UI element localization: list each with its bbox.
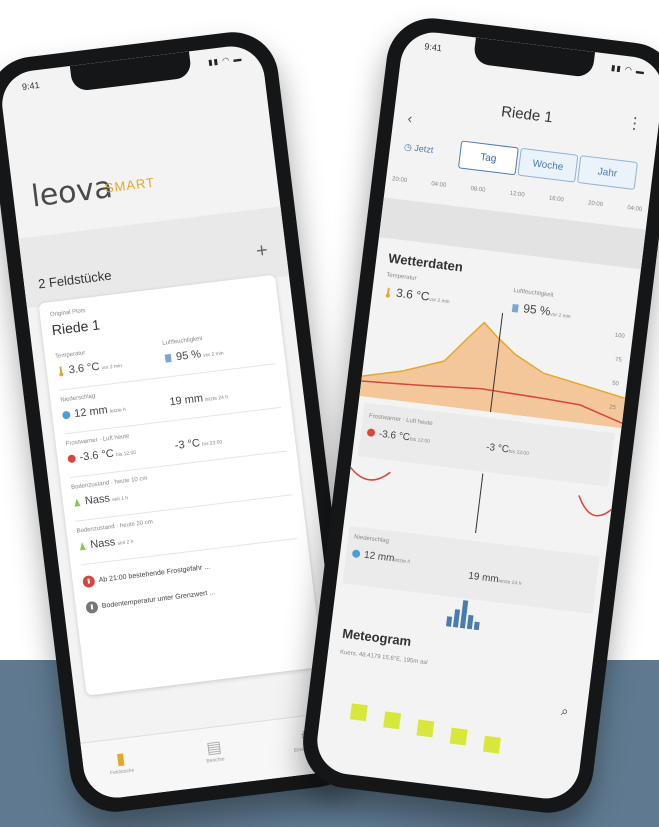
notch	[69, 51, 193, 92]
soil-value: Nassseit 1 h	[72, 490, 128, 509]
nav-fields[interactable]: ▮ Feldstücke	[90, 745, 153, 778]
temp-value: 3.6 °Cvor 2 min	[56, 358, 122, 378]
thermometer-icon	[59, 366, 64, 377]
meteogram-cell	[482, 735, 501, 754]
rain-icon	[352, 550, 361, 559]
frost-icon	[366, 428, 375, 437]
notch	[472, 37, 596, 78]
rain-icon	[62, 411, 71, 420]
meteogram-cell	[449, 727, 468, 746]
alert-2[interactable]: Bodentemperatur unter Grenzwert ...	[85, 586, 216, 614]
frost-curve	[578, 495, 612, 517]
now-button[interactable]: ◷ Jetzt	[403, 142, 434, 156]
time-tick: 08:00	[470, 185, 486, 194]
brand-logo: leova	[29, 169, 115, 215]
meteogram-cell	[349, 703, 368, 722]
rain-bar	[473, 621, 480, 631]
rain-bar	[459, 600, 469, 629]
tab-year[interactable]: Jahr	[576, 155, 638, 190]
humidity-label: Luftfeuchtigkeit	[512, 287, 554, 299]
zoom-icon[interactable]: ⌕	[560, 703, 569, 720]
weather-title: Wetterdaten	[387, 250, 464, 275]
frost-value-1: -3.6 °Cbis 12:00	[67, 445, 137, 465]
back-button[interactable]: ‹	[407, 110, 414, 126]
soil-icon	[79, 542, 86, 551]
meteogram-coords: Kuers, 48.4179 15.6°E, 195m asl	[339, 649, 428, 667]
nav-reports[interactable]: ▤ Berichte	[183, 734, 246, 767]
status-time: 9:41	[21, 79, 41, 92]
rain-value-1: 12 mmletzte h	[62, 402, 127, 422]
status-time: 9:41	[423, 41, 443, 54]
rain-label: Niederschlag	[60, 393, 96, 404]
alert-1[interactable]: Ab 21:00 bestehende Frostgefahr ...	[82, 561, 211, 589]
soil-icon	[74, 498, 81, 507]
right-tick: 25	[608, 404, 617, 412]
frost-value-2: -3 °Cbis 23:00	[174, 437, 223, 453]
humidity-label: Luftfeuchtigkeit	[162, 335, 203, 347]
right-tick: 50	[611, 380, 620, 388]
frost-label: Frostwarner · Luft heute	[65, 433, 130, 448]
right-tick: 75	[614, 356, 623, 364]
tab-day[interactable]: Tag	[457, 140, 519, 176]
temp-label: Temperatur	[385, 272, 417, 282]
meteogram-cell	[416, 719, 435, 738]
frost-icon	[67, 454, 76, 463]
time-tick: 04:00	[430, 181, 447, 189]
humidity-icon	[511, 303, 519, 313]
rain-value-2: 19 mmletzte 24 h	[168, 392, 229, 409]
brand-smart: SMART	[104, 174, 156, 196]
time-tick: 20:00	[587, 200, 604, 209]
signal-icon: ▮▮ ◠ ▬	[207, 54, 243, 68]
time-tick: 12:00	[509, 190, 525, 199]
time-tick: 20:00	[391, 176, 408, 185]
humidity-value: 95 %vor 2 min	[163, 345, 224, 364]
soil2-value: Nassseit 2 h	[78, 534, 134, 553]
meteogram-title: Meteogram	[341, 625, 413, 650]
warning-icon	[82, 575, 95, 588]
rain-bar	[466, 614, 474, 630]
time-tick: 04:00	[626, 205, 643, 213]
tab-week[interactable]: Woche	[517, 147, 579, 183]
thermometer-icon	[385, 287, 390, 298]
card-kicker: Original Plots	[49, 307, 86, 319]
frost-curve	[350, 466, 391, 481]
humidity-icon	[164, 353, 172, 363]
rain-bar	[452, 609, 461, 628]
signal-icon: ▮▮ ◠ ▬	[610, 63, 646, 77]
field-card[interactable]: Original Plots Riede 1 Temperatur 3.6 °C…	[38, 274, 323, 696]
time-tick: 16:00	[548, 195, 565, 204]
soil2-label: Bodenzustand · heute 20 cm	[76, 519, 154, 535]
card-title: Riede 1	[50, 316, 101, 339]
info-icon	[85, 601, 98, 614]
rain-bar	[445, 616, 453, 627]
rain-bars	[445, 600, 480, 631]
soil-label: Bodenzustand · heute 10 cm	[70, 475, 148, 491]
page-title: Riede 1	[500, 103, 554, 127]
right-tick: 100	[614, 332, 625, 340]
meteogram-cell	[383, 711, 402, 730]
now-marker	[475, 473, 484, 534]
temp-label: Temperatur	[54, 350, 86, 360]
